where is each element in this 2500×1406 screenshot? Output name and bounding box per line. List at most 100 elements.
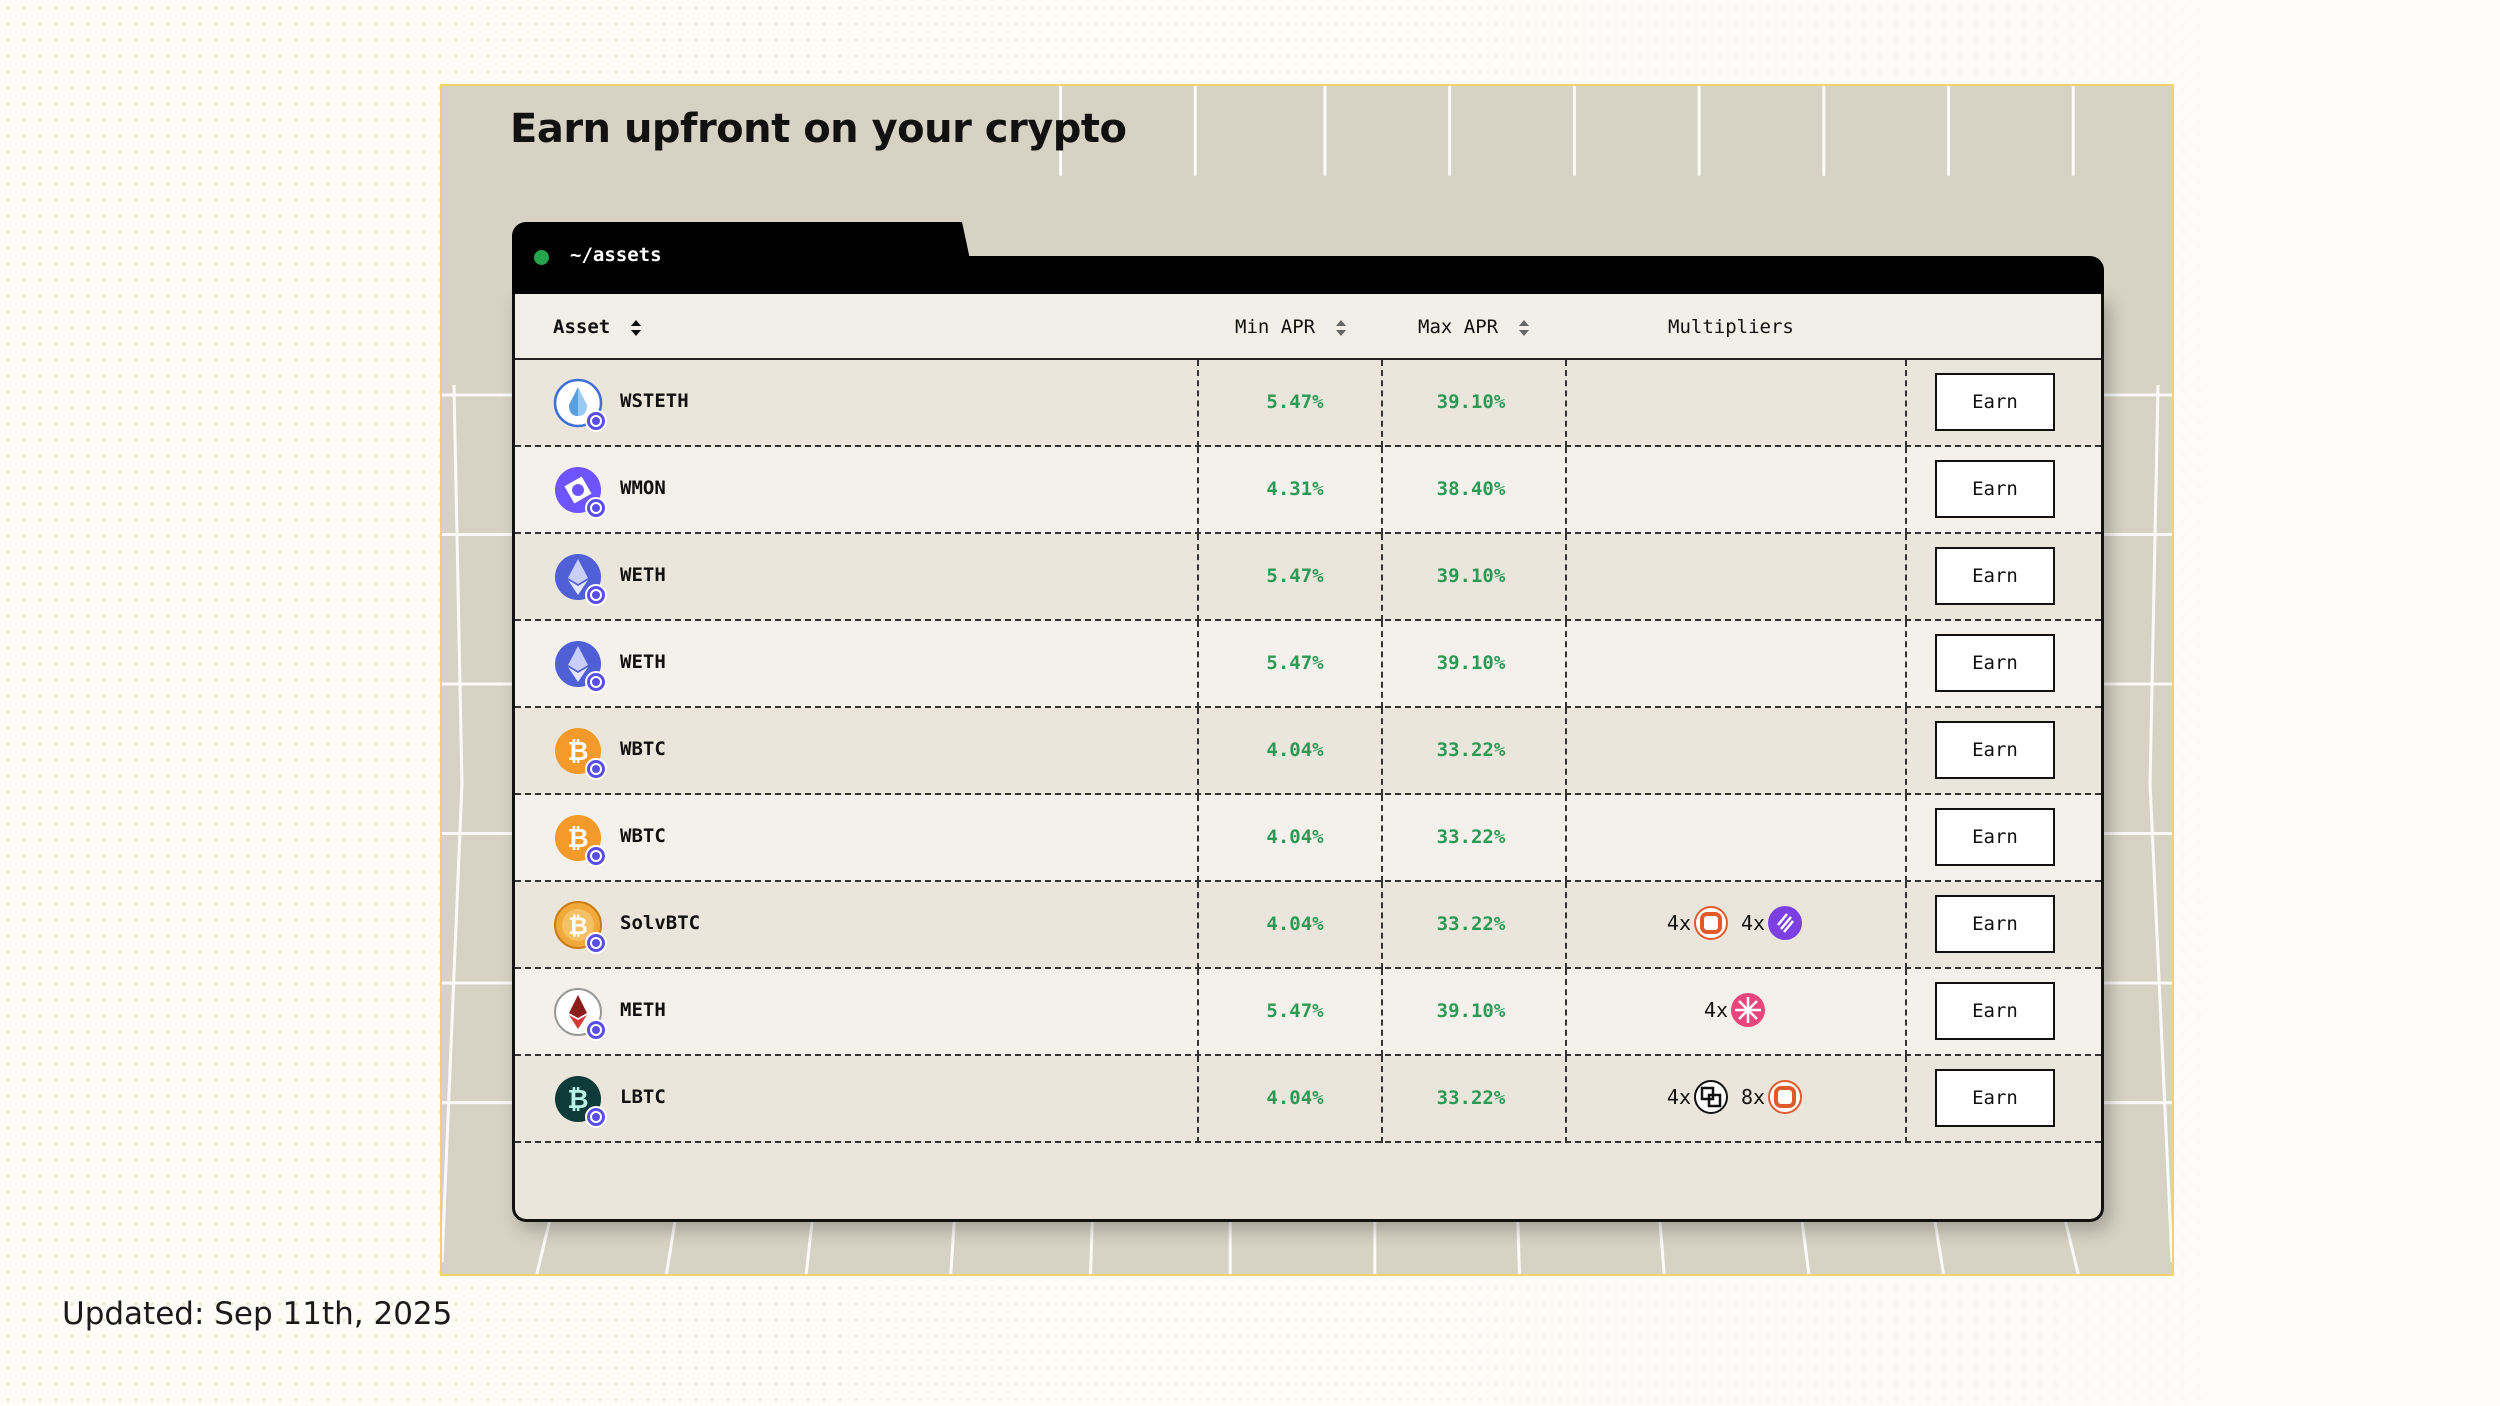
earn-button[interactable]: Earn [1935, 547, 2055, 605]
min-apr-value: 5.47% [1266, 565, 1324, 587]
pink-star-icon [1731, 993, 1766, 1027]
column-divider [1905, 882, 1907, 969]
min-apr-value: 4.04% [1266, 826, 1324, 848]
max-apr-value: 33.22% [1436, 826, 1506, 848]
column-divider [1905, 447, 1907, 534]
square-knot-icon [1694, 1080, 1728, 1114]
meth-coin-icon [554, 988, 607, 1041]
table-row: ₿ SolvBTC 4.04% 33.22% 4x 4x Earn [515, 882, 2101, 969]
earn-button[interactable]: Earn [1935, 721, 2055, 779]
column-divider [1197, 621, 1199, 708]
sort-icon [1518, 319, 1529, 336]
updated-date: Updated: Sep 11th, 2025 [62, 1296, 453, 1332]
earn-button[interactable]: Earn [1935, 982, 2055, 1040]
wbtc-coin-icon: ₿ [555, 815, 607, 867]
earn-button[interactable]: Earn [1935, 460, 2055, 518]
multiplier-label: 4x [1666, 911, 1691, 935]
asset-name: LBTC [620, 1086, 666, 1108]
column-divider [1565, 360, 1567, 447]
max-apr-value: 33.22% [1436, 739, 1506, 761]
column-divider [1565, 708, 1567, 795]
header-max-apr[interactable]: Max APR [1418, 316, 1530, 338]
weth-coin-icon [555, 641, 607, 693]
table-row: METH 5.47% 39.10% 4x Earn [515, 969, 2101, 1056]
multiplier-badge: 4x [1741, 905, 1803, 941]
svg-text:₿: ₿ [567, 737, 588, 767]
max-apr-value: 39.10% [1436, 391, 1506, 413]
weth-coin-icon [555, 554, 607, 606]
column-divider [1905, 534, 1907, 621]
asset-name: METH [620, 999, 666, 1021]
max-apr-value: 39.10% [1436, 565, 1506, 587]
multiplier-badge: 4x [1667, 1079, 1729, 1115]
header-max-apr-label: Max APR [1418, 316, 1499, 338]
max-apr-value: 39.10% [1436, 1000, 1506, 1022]
earn-button[interactable]: Earn [1935, 1069, 2055, 1127]
multiplier-badge: 8x [1741, 1079, 1803, 1115]
earn-button[interactable]: Earn [1935, 895, 2055, 953]
screenshot-frame: Earn upfront on your crypto ~/assets Ass… [440, 84, 2174, 1276]
table-row: WETH 5.47% 39.10% Earn [515, 621, 2101, 708]
assets-table: Asset Min APR Max APR Multipliers WSTETH… [512, 294, 2104, 1222]
multiplier-label: 4x [1666, 1085, 1691, 1109]
asset-name: WETH [620, 564, 666, 586]
window-path: ~/assets [570, 244, 662, 266]
asset-name: WMON [620, 477, 666, 499]
min-apr-value: 5.47% [1266, 1000, 1324, 1022]
purple-bolt-icon [1768, 906, 1803, 940]
min-apr-value: 4.04% [1266, 913, 1324, 935]
asset-name: WBTC [620, 738, 666, 760]
solvbtc-coin-icon: ₿ [554, 901, 607, 954]
column-divider [1197, 969, 1199, 1056]
svg-text:₿: ₿ [567, 824, 588, 854]
multipliers-cell: 4x [1565, 992, 1905, 1028]
max-apr-value: 39.10% [1436, 652, 1506, 674]
column-divider [1565, 621, 1567, 708]
multiplier-label: 4x [1703, 998, 1729, 1022]
max-apr-value: 33.22% [1436, 1087, 1506, 1109]
column-divider [1197, 795, 1199, 882]
table-row: WMON 4.31% 38.40% Earn [515, 447, 2101, 534]
wsteth-coin-icon [553, 378, 607, 432]
asset-name: WETH [620, 651, 666, 673]
header-multipliers: Multipliers [1668, 316, 1794, 338]
orange-ring-icon [1694, 906, 1728, 940]
status-dot-icon [534, 250, 549, 265]
multipliers-cell: 4x 4x [1565, 905, 1905, 941]
wbtc-coin-icon: ₿ [555, 728, 607, 780]
column-divider [1197, 1056, 1199, 1143]
svg-text:₿: ₿ [568, 912, 588, 940]
earn-button[interactable]: Earn [1935, 808, 2055, 866]
earn-button[interactable]: Earn [1935, 634, 2055, 692]
min-apr-value: 5.47% [1266, 391, 1324, 413]
header-min-apr-label: Min APR [1235, 316, 1316, 338]
min-apr-value: 4.04% [1266, 739, 1324, 761]
multipliers-cell: 4x 8x [1565, 1079, 1905, 1115]
asset-name: WBTC [620, 825, 666, 847]
column-divider [1905, 969, 1907, 1056]
table-row: ₿ LBTC 4.04% 33.22% 4x 8x Earn [515, 1056, 2101, 1143]
table-header: Asset Min APR Max APR Multipliers [515, 294, 2101, 360]
table-row: ₿ WBTC 4.04% 33.22% Earn [515, 795, 2101, 882]
wmon-coin-icon [555, 467, 607, 519]
header-asset-label: Asset [553, 316, 611, 338]
multiplier-badge: 4x [1667, 905, 1729, 941]
multiplier-badge: 4x [1704, 992, 1766, 1028]
column-divider [1197, 708, 1199, 795]
column-divider [1905, 360, 1907, 447]
column-divider [1197, 360, 1199, 447]
sort-icon [630, 319, 641, 336]
min-apr-value: 4.04% [1266, 1087, 1324, 1109]
header-asset[interactable]: Asset [553, 316, 642, 338]
multiplier-label: 8x [1741, 1085, 1766, 1109]
page-title: Earn upfront on your crypto [510, 106, 1127, 152]
min-apr-value: 5.47% [1266, 652, 1324, 674]
header-min-apr[interactable]: Min APR [1235, 316, 1347, 338]
multiplier-label: 4x [1741, 911, 1766, 935]
earn-button[interactable]: Earn [1935, 373, 2055, 431]
table-row: WSTETH 5.47% 39.10% Earn [515, 360, 2101, 447]
asset-name: WSTETH [620, 390, 689, 412]
table-row: ₿ WBTC 4.04% 33.22% Earn [515, 708, 2101, 795]
orange-ring-icon [1768, 1080, 1803, 1114]
assets-window: ~/assets Asset Min APR Max APR Multiplie… [512, 222, 2104, 1222]
